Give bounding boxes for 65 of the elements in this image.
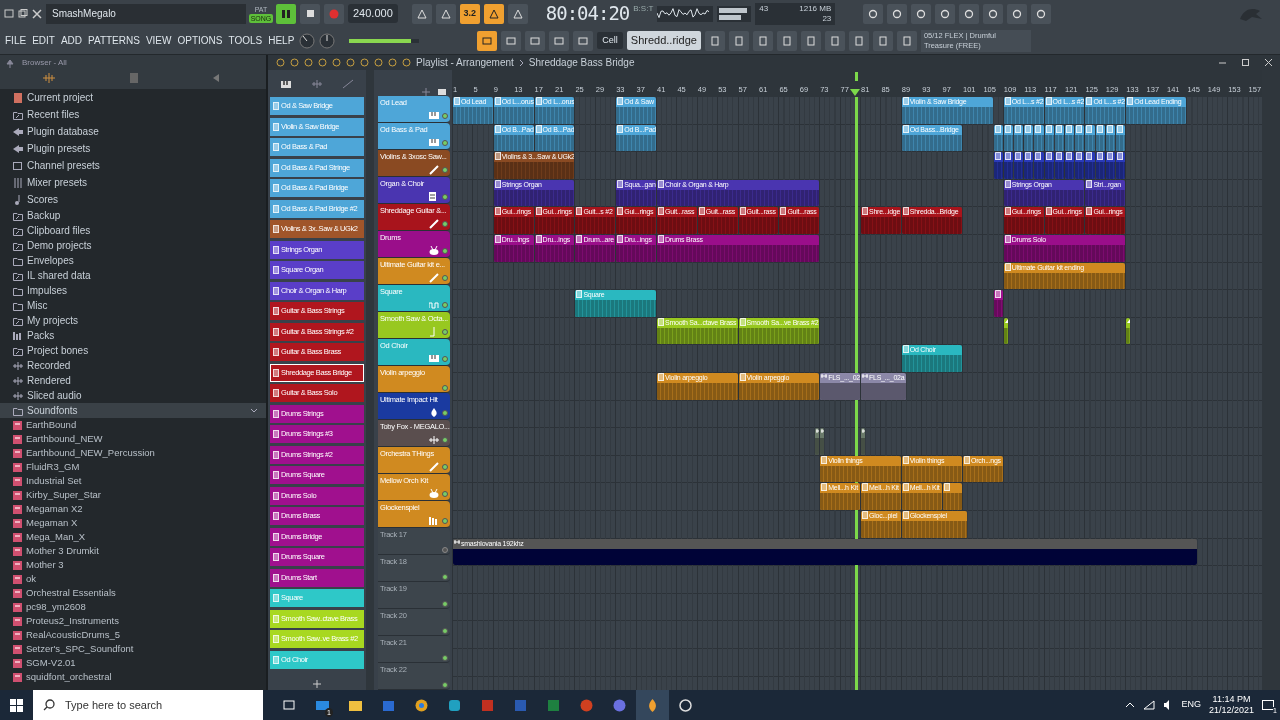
cpu-reading: 43	[759, 3, 769, 14]
browser-item[interactable]: Envelopes	[0, 253, 266, 268]
browser-title: Browser - All	[22, 57, 67, 69]
snap-dropdown[interactable]: Cell	[597, 31, 623, 50]
browser-item[interactable]: Megaman X	[0, 516, 266, 530]
browser-item[interactable]: Misc	[0, 298, 266, 313]
menu-item[interactable]: HELP	[267, 33, 296, 48]
browser-item[interactable]: Backup	[0, 208, 266, 223]
memory-reading: 1216 MB	[799, 3, 832, 14]
browser-item[interactable]: EarthBound	[0, 418, 266, 432]
browser-item[interactable]: Kirby_Super_Star	[0, 488, 266, 502]
browser-item[interactable]: Clipboard files	[0, 223, 266, 238]
browser-item[interactable]: Scores	[0, 191, 266, 208]
browser-item[interactable]: Mixer presets	[0, 174, 266, 191]
browser-item[interactable]: Channel presets	[0, 157, 266, 174]
current-pattern-name: Shreddage Bass Bridge	[528, 56, 635, 70]
browser-item[interactable]: My projects	[0, 313, 266, 328]
project-title: SmashMegalo	[46, 3, 246, 24]
menu-item[interactable]: FILE	[4, 33, 28, 48]
tempo-display[interactable]: 240.000	[348, 4, 398, 23]
song-time: 80:04:20	[545, 1, 630, 27]
browser-item[interactable]: Packs	[0, 328, 266, 343]
menu-item[interactable]: ADD	[59, 33, 84, 48]
browser-item[interactable]: Proteus2_Instruments	[0, 614, 266, 628]
browser-item[interactable]: Mega_Man_X	[0, 530, 266, 544]
browser-item[interactable]: Sliced audio	[0, 388, 266, 403]
browser-item[interactable]: Recorded	[0, 358, 266, 373]
browser-item[interactable]: Demo projects	[0, 238, 266, 253]
browser-item[interactable]: Earthbound_NEW_Percussion	[0, 446, 266, 460]
browser-item[interactable]: Soundfonts	[0, 403, 266, 418]
browser-item[interactable]: Rendered	[0, 373, 266, 388]
browser-item[interactable]: IL shared data	[0, 268, 266, 283]
browser-item[interactable]: Megaman X2	[0, 502, 266, 516]
browser-item[interactable]: Setzer's_SPC_Soundfont	[0, 642, 266, 656]
clock-time[interactable]: 11:14 PM	[1212, 694, 1251, 705]
browser-item[interactable]: Current project	[0, 89, 266, 106]
browser-item[interactable]: Plugin presets	[0, 140, 266, 157]
pattern-selector[interactable]: Shredd..ridge	[626, 31, 701, 50]
browser-item[interactable]: squidfont_orchestral	[0, 670, 266, 684]
playlist-title: Playlist - Arrangement	[416, 56, 514, 70]
browser-item[interactable]: Orchestral Essentials	[0, 586, 266, 600]
browser-item[interactable]: Plugin database	[0, 123, 266, 140]
browser-item[interactable]: ok	[0, 572, 266, 586]
language-indicator[interactable]: ENG	[1181, 698, 1201, 712]
menu-item[interactable]: VIEW	[144, 33, 173, 48]
time-format: B:S:T	[633, 3, 654, 15]
browser-item[interactable]: Impulses	[0, 283, 266, 298]
browser-item[interactable]: Mother 3	[0, 558, 266, 572]
menu-item[interactable]: TOOLS	[227, 33, 264, 48]
browser-item[interactable]: Earthbound_NEW	[0, 432, 266, 446]
browser-item[interactable]: Mother 3 Drumkit	[0, 544, 266, 558]
browser-item[interactable]: Project bones	[0, 343, 266, 358]
menu-item[interactable]: OPTIONS	[176, 33, 224, 48]
search-field[interactable]: Type here to search	[33, 690, 263, 720]
browser-item[interactable]: pc98_ym2608	[0, 600, 266, 614]
browser-item[interactable]: Recent files	[0, 106, 266, 123]
browser-item[interactable]: Industrial Set	[0, 474, 266, 488]
browser-item[interactable]: SGM-V2.01	[0, 656, 266, 670]
toolbar-toggle[interactable]: 3.2	[459, 3, 480, 24]
menu-item[interactable]: EDIT	[31, 33, 56, 48]
polyphony-reading: 23	[822, 13, 832, 24]
browser-item[interactable]: RealAcousticDrums_5	[0, 628, 266, 642]
clock-date[interactable]: 21/12/2021	[1208, 705, 1254, 716]
browser-item[interactable]: FluidR3_GM	[0, 460, 266, 474]
menu-item[interactable]: PATTERNS	[87, 33, 141, 48]
